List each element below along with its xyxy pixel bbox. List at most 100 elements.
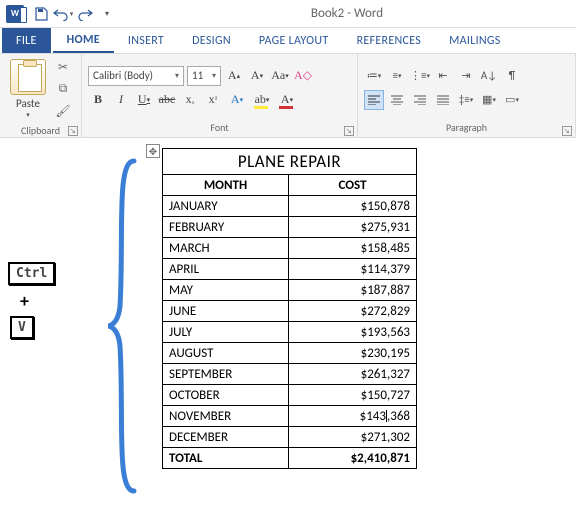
- subscript-button[interactable]: x: [180, 90, 200, 110]
- paste-button[interactable]: [10, 59, 46, 95]
- tab-design[interactable]: DESIGN: [178, 28, 245, 53]
- cell-cost[interactable]: $143,368: [289, 406, 417, 427]
- table-row[interactable]: SEPTEMBER$261,327: [163, 364, 417, 385]
- qat-customize-button[interactable]: ▾: [96, 3, 118, 25]
- table-row[interactable]: JANUARY$150,878: [163, 196, 417, 217]
- line-spacing-button[interactable]: ‡≡▾: [456, 90, 476, 110]
- font-name-combo[interactable]: Calibri (Body)▾: [88, 66, 184, 86]
- cell-cost[interactable]: $150,727: [289, 385, 417, 406]
- align-left-button[interactable]: [364, 90, 384, 110]
- cell-cost[interactable]: $261,327: [289, 364, 417, 385]
- total-label[interactable]: TOTAL: [163, 448, 289, 469]
- table-move-handle[interactable]: ✥: [146, 144, 160, 158]
- header-month[interactable]: MONTH: [163, 175, 289, 196]
- cell-cost[interactable]: $275,931: [289, 217, 417, 238]
- font-size-combo[interactable]: 11▾: [187, 66, 221, 86]
- table-row[interactable]: AUGUST$230,195: [163, 343, 417, 364]
- justify-button[interactable]: [433, 90, 453, 110]
- table-row[interactable]: JULY$193,563: [163, 322, 417, 343]
- tab-file[interactable]: FILE: [2, 28, 51, 53]
- table-body: JANUARY$150,878FEBRUARY$275,931MARCH$158…: [163, 196, 417, 448]
- key-ctrl: Ctrl: [8, 262, 55, 285]
- cell-month[interactable]: FEBRUARY: [163, 217, 289, 238]
- strikethrough-button[interactable]: abc: [157, 90, 177, 110]
- table-row[interactable]: MAY$187,887: [163, 280, 417, 301]
- tab-home[interactable]: HOME: [53, 28, 114, 53]
- cell-month[interactable]: NOVEMBER: [163, 406, 289, 427]
- font-launcher[interactable]: ↘: [344, 126, 354, 136]
- increase-indent-button[interactable]: ⇥: [456, 66, 476, 86]
- cell-month[interactable]: MAY: [163, 280, 289, 301]
- cell-month[interactable]: OCTOBER: [163, 385, 289, 406]
- sort-button[interactable]: A↓: [479, 66, 499, 86]
- bold-button[interactable]: B: [88, 90, 108, 110]
- cell-cost[interactable]: $158,485: [289, 238, 417, 259]
- table-row[interactable]: DECEMBER$271,302: [163, 427, 417, 448]
- shading-button[interactable]: ▦▾: [479, 90, 499, 110]
- cell-cost[interactable]: $187,887: [289, 280, 417, 301]
- undo-button[interactable]: ▾: [52, 3, 74, 25]
- cell-cost[interactable]: $114,379: [289, 259, 417, 280]
- table-row[interactable]: FEBRUARY$275,931: [163, 217, 417, 238]
- total-value[interactable]: $2,410,871: [289, 448, 417, 469]
- document-area[interactable]: Ctrl + V ✥ PLANE REPAIR MONTH COST JANUA…: [0, 138, 576, 518]
- align-right-button[interactable]: [410, 90, 430, 110]
- bullets-button[interactable]: ≔▾: [364, 66, 384, 86]
- table-row[interactable]: NOVEMBER$143,368: [163, 406, 417, 427]
- highlight-button[interactable]: ab▾: [251, 90, 273, 110]
- cell-month[interactable]: SEPTEMBER: [163, 364, 289, 385]
- show-marks-button[interactable]: ¶: [502, 66, 522, 86]
- key-v: V: [10, 316, 34, 339]
- tab-references[interactable]: REFERENCES: [343, 28, 436, 53]
- font-color-button[interactable]: A▾: [276, 90, 298, 110]
- table-row[interactable]: OCTOBER$150,727: [163, 385, 417, 406]
- plus-icon: +: [20, 290, 29, 312]
- text-effects-button[interactable]: A▾: [226, 90, 248, 110]
- cell-cost[interactable]: $193,563: [289, 322, 417, 343]
- cell-cost[interactable]: $150,878: [289, 196, 417, 217]
- table-row[interactable]: JUNE$272,829: [163, 301, 417, 322]
- brace-shape: [104, 156, 144, 496]
- redo-button[interactable]: [74, 3, 96, 25]
- cell-month[interactable]: JULY: [163, 322, 289, 343]
- tab-insert[interactable]: INSERT: [114, 28, 178, 53]
- cut-button[interactable]: ✂: [54, 58, 72, 76]
- table-row[interactable]: MARCH$158,485: [163, 238, 417, 259]
- format-painter-button[interactable]: 🖌: [54, 102, 72, 120]
- grow-font-button[interactable]: A▴: [224, 66, 244, 86]
- shrink-font-button[interactable]: A▾: [247, 66, 267, 86]
- change-case-button[interactable]: Aa▾: [270, 66, 290, 86]
- table-title[interactable]: PLANE REPAIR: [163, 149, 417, 175]
- group-clipboard-label: Clipboard: [21, 124, 60, 137]
- clipboard-launcher[interactable]: ↘: [68, 126, 78, 136]
- multilevel-list-button[interactable]: ⋮≡▾: [410, 66, 430, 86]
- paragraph-launcher[interactable]: ↘: [562, 126, 572, 136]
- cell-cost[interactable]: $230,195: [289, 343, 417, 364]
- cell-month[interactable]: AUGUST: [163, 343, 289, 364]
- align-center-button[interactable]: [387, 90, 407, 110]
- cell-month[interactable]: DECEMBER: [163, 427, 289, 448]
- cell-month[interactable]: MARCH: [163, 238, 289, 259]
- tab-mailings[interactable]: MAILINGS: [435, 28, 515, 53]
- cell-cost[interactable]: $272,829: [289, 301, 417, 322]
- copy-button[interactable]: ⧉: [54, 80, 72, 98]
- plane-repair-table[interactable]: PLANE REPAIR MONTH COST JANUARY$150,878F…: [162, 148, 417, 469]
- header-cost[interactable]: COST: [289, 175, 417, 196]
- cell-month[interactable]: APRIL: [163, 259, 289, 280]
- cell-month[interactable]: JUNE: [163, 301, 289, 322]
- decrease-indent-button[interactable]: ⇤: [433, 66, 453, 86]
- borders-button[interactable]: ▭▾: [502, 90, 522, 110]
- cell-month[interactable]: JANUARY: [163, 196, 289, 217]
- tab-page-layout[interactable]: PAGE LAYOUT: [245, 28, 343, 53]
- superscript-button[interactable]: x: [203, 90, 223, 110]
- numbering-button[interactable]: ≡▾: [387, 66, 407, 86]
- underline-button[interactable]: U▾: [134, 90, 154, 110]
- save-button[interactable]: [30, 3, 52, 25]
- word-app-icon: W: [6, 5, 24, 23]
- italic-button[interactable]: I: [111, 90, 131, 110]
- paste-label[interactable]: Paste: [16, 97, 40, 110]
- clear-formatting-button[interactable]: A◇: [293, 66, 313, 86]
- table-row[interactable]: APRIL$114,379: [163, 259, 417, 280]
- cell-cost[interactable]: $271,302: [289, 427, 417, 448]
- group-font-label: Font: [210, 121, 228, 134]
